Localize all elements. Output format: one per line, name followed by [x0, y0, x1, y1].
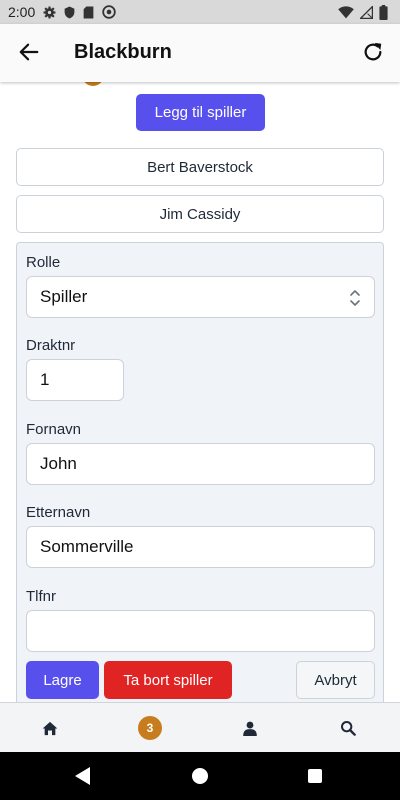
phone-input[interactable] [26, 610, 375, 652]
player-form: Rolle Spiller Draktnr 1 Fornavn John Ett… [16, 242, 384, 702]
jersey-label: Draktnr [26, 337, 76, 354]
page-title: Blackburn [74, 41, 172, 63]
search-icon[interactable] [337, 717, 359, 739]
back-arrow-icon[interactable] [18, 41, 40, 63]
status-bar: 2:00 [0, 0, 400, 24]
jersey-input[interactable]: 1 [26, 359, 124, 401]
system-nav-bar [0, 752, 400, 800]
player-item[interactable]: Jim Cassidy [16, 195, 384, 233]
last-name-input[interactable]: Sommerville [26, 526, 375, 568]
user-icon[interactable] [239, 717, 261, 739]
cancel-button[interactable]: Avbryt [296, 661, 375, 699]
battery-icon [379, 4, 388, 20]
save-button[interactable]: Lagre [26, 661, 99, 699]
role-select[interactable]: Spiller [26, 276, 375, 318]
select-arrows-icon [349, 288, 361, 308]
last-name-value: Sommerville [40, 537, 134, 556]
shield-icon [64, 6, 75, 19]
home-icon[interactable] [39, 717, 61, 739]
add-player-button[interactable]: Legg til spiller [136, 94, 265, 131]
last-name-label: Etternavn [26, 504, 91, 521]
badge-count: 3 [138, 716, 162, 740]
remove-player-button[interactable]: Ta bort spiller [104, 661, 232, 699]
first-name-label: Fornavn [26, 421, 82, 438]
notification-badge-peek [82, 82, 104, 86]
notifications-badge[interactable]: 3 [138, 716, 162, 740]
app-bar: Blackburn [0, 24, 400, 82]
player-item[interactable]: Bert Baverstock [16, 148, 384, 186]
gear-icon [43, 6, 56, 19]
first-name-value: John [40, 454, 77, 473]
role-label: Rolle [26, 254, 61, 271]
jersey-input-value: 1 [40, 370, 50, 389]
phone-label: Tlfnr [26, 588, 56, 605]
system-home-icon[interactable] [192, 768, 208, 784]
system-recents-icon[interactable] [308, 769, 322, 783]
role-select-value: Spiller [40, 287, 88, 306]
status-time: 2:00 [8, 4, 36, 20]
at-sign-icon [102, 5, 116, 19]
no-sim-icon [360, 5, 373, 19]
main-content[interactable]: Legg til spiller Bert Baverstock Jim Cas… [0, 82, 400, 702]
wifi-icon [338, 5, 354, 19]
system-back-icon[interactable] [75, 767, 91, 790]
bottom-nav: 3 [0, 702, 400, 752]
refresh-icon[interactable] [362, 41, 384, 63]
sd-card-icon [83, 6, 94, 19]
first-name-input[interactable]: John [26, 443, 375, 485]
